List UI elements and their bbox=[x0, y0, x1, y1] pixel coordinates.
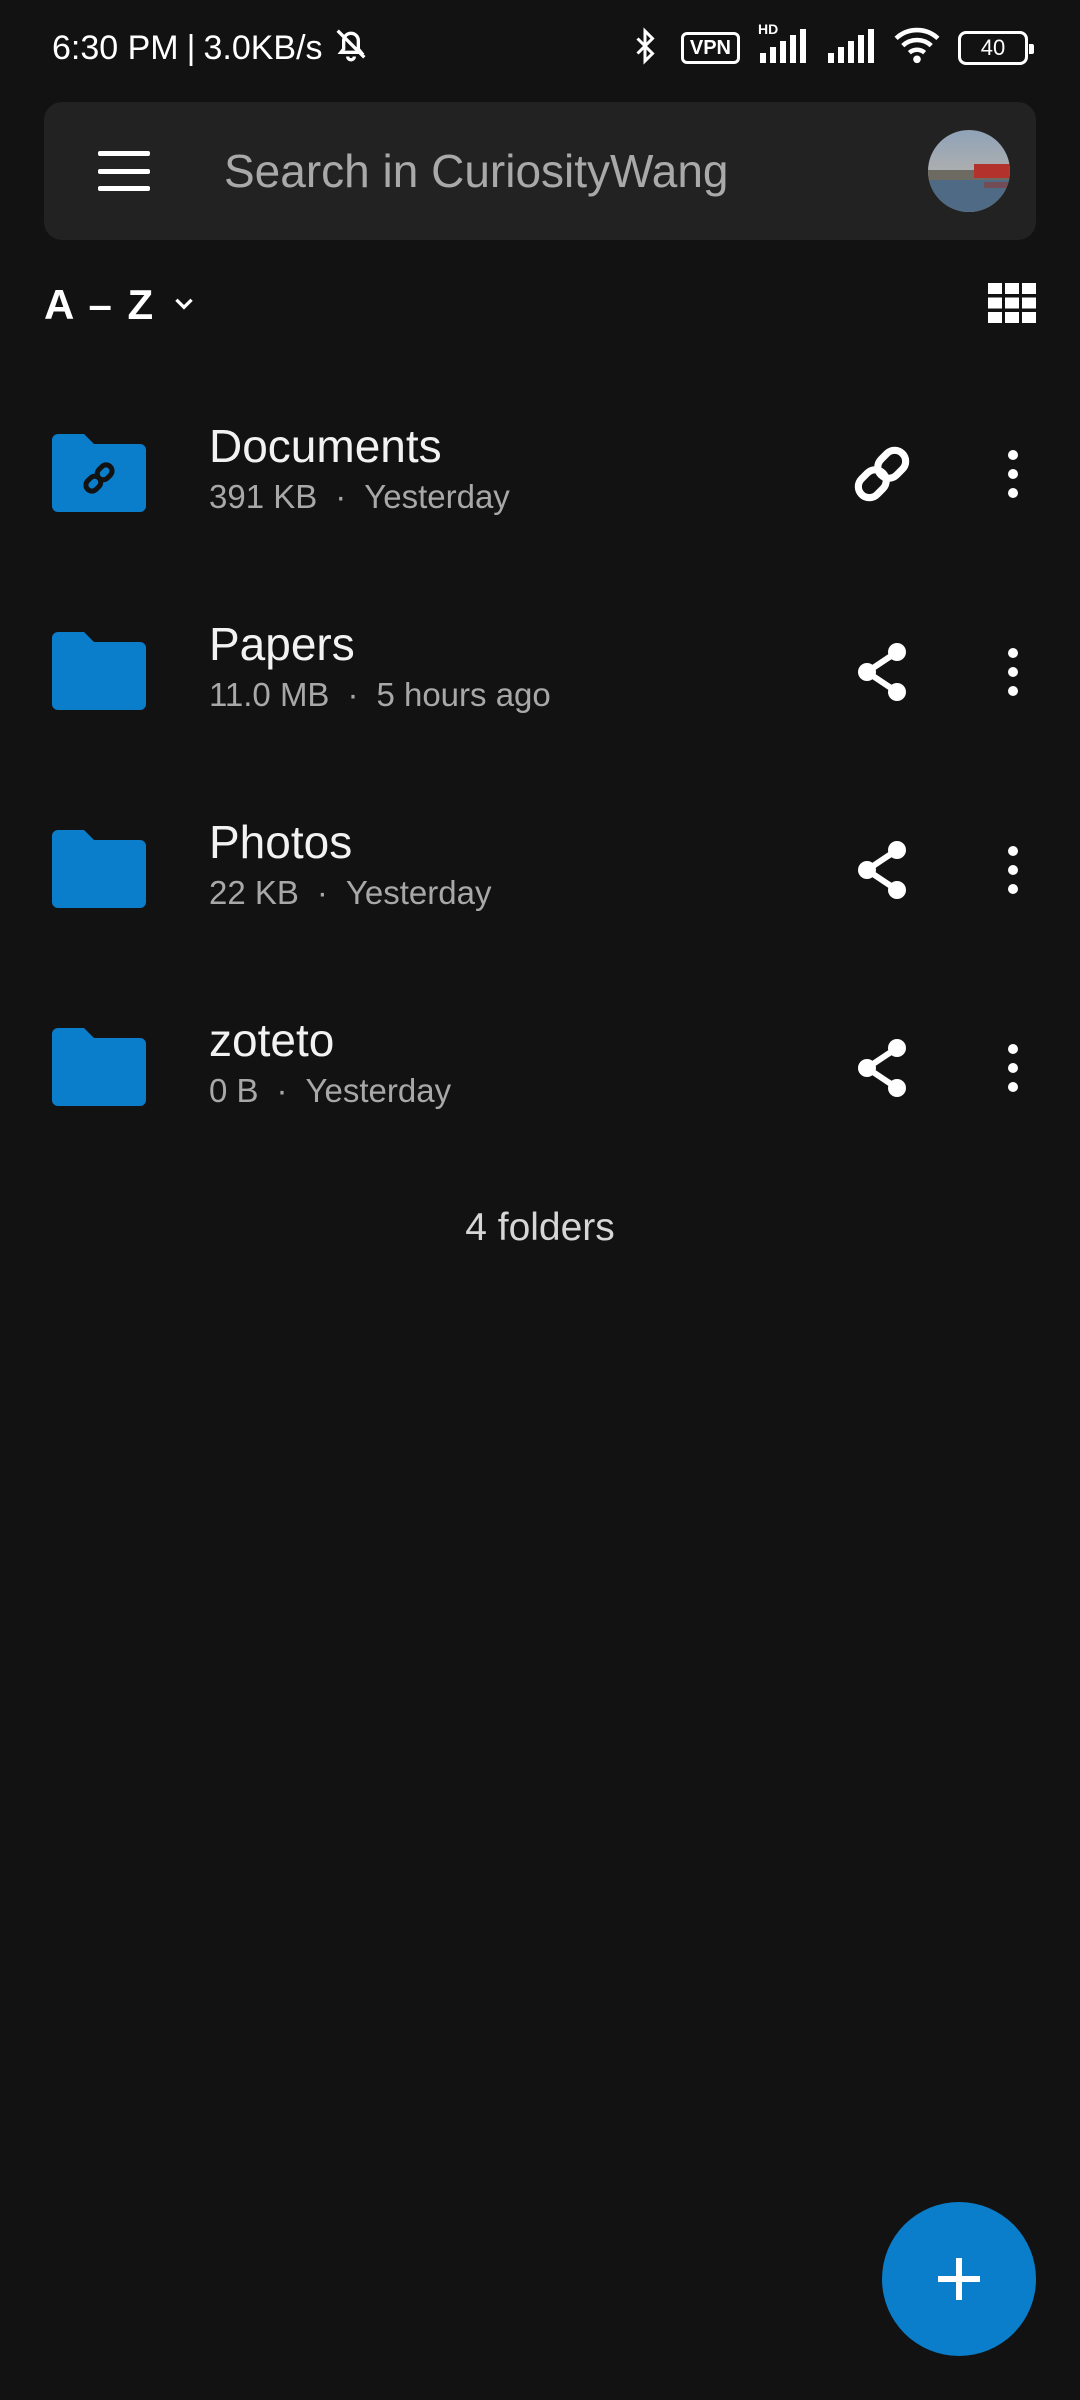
folder-size: 391 KB bbox=[209, 478, 318, 515]
folder-modified: Yesterday bbox=[345, 874, 492, 911]
list-item[interactable]: Photos 22 KB · Yesterday bbox=[0, 768, 1080, 966]
wifi-icon bbox=[894, 27, 940, 70]
folder-meta: 11.0 MB · 5 hours ago bbox=[209, 676, 551, 714]
folder-text: Documents 391 KB · Yesterday bbox=[209, 418, 510, 516]
hd-label: HD bbox=[758, 20, 779, 37]
share-icon[interactable] bbox=[846, 834, 918, 906]
sort-button[interactable]: A – Z bbox=[44, 281, 197, 329]
share-icon[interactable] bbox=[846, 1032, 918, 1104]
battery-indicator: 40 bbox=[958, 31, 1034, 65]
link-icon[interactable] bbox=[846, 438, 918, 510]
sort-label: A – Z bbox=[44, 281, 156, 328]
folder-modified: 5 hours ago bbox=[376, 676, 551, 713]
status-time: 6:30 PM bbox=[52, 28, 179, 67]
avatar[interactable] bbox=[928, 130, 1010, 212]
list-item[interactable]: Documents 391 KB · Yesterday bbox=[0, 372, 1080, 570]
folder-text: Photos 22 KB · Yesterday bbox=[209, 814, 491, 912]
add-button[interactable] bbox=[882, 2202, 1036, 2356]
grid-view-icon[interactable] bbox=[988, 282, 1036, 328]
status-bar: 6:30 PM | 3.0KB/s VPN HD 40 bbox=[0, 0, 1080, 96]
folder-icon bbox=[52, 1026, 146, 1106]
share-icon[interactable] bbox=[846, 636, 918, 708]
folder-icon bbox=[52, 828, 146, 908]
list-item[interactable]: zoteto 0 B · Yesterday bbox=[0, 966, 1080, 1164]
folder-list: Documents 391 KB · Yesterday Papers 11.0… bbox=[0, 372, 1080, 1164]
drive-screen: 6:30 PM | 3.0KB/s VPN HD 40 Search in Cu… bbox=[0, 0, 1080, 2400]
plus-icon bbox=[938, 2258, 980, 2300]
folder-modified: Yesterday bbox=[305, 1072, 452, 1109]
chevron-down-icon bbox=[171, 290, 197, 321]
more-options-icon[interactable] bbox=[990, 438, 1036, 510]
shared-folder-icon bbox=[52, 432, 146, 512]
meta-dot: · bbox=[276, 1072, 288, 1109]
folder-icon bbox=[52, 630, 146, 710]
search-bar[interactable]: Search in CuriosityWang bbox=[44, 102, 1036, 240]
more-options-icon[interactable] bbox=[990, 834, 1036, 906]
meta-dot: · bbox=[316, 874, 328, 911]
status-left: 6:30 PM | 3.0KB/s bbox=[52, 24, 371, 73]
folder-size: 22 KB bbox=[209, 874, 299, 911]
status-right: VPN HD 40 bbox=[627, 21, 1034, 71]
vpn-badge: VPN bbox=[680, 32, 740, 64]
folder-count: 4 folders bbox=[465, 1206, 615, 1249]
more-options-icon[interactable] bbox=[990, 636, 1036, 708]
folder-name: Papers bbox=[209, 618, 355, 670]
folder-size: 11.0 MB bbox=[209, 676, 330, 713]
folder-meta: 22 KB · Yesterday bbox=[209, 874, 491, 912]
status-separator: | bbox=[186, 28, 196, 67]
signal-icon bbox=[826, 27, 876, 70]
sort-row: A – Z bbox=[44, 270, 1036, 340]
folder-name: Photos bbox=[209, 816, 353, 868]
folder-name: zoteto bbox=[209, 1014, 335, 1066]
bluetooth-icon bbox=[627, 26, 663, 71]
menu-icon[interactable] bbox=[98, 151, 150, 191]
folder-size: 0 B bbox=[209, 1072, 259, 1109]
mute-bell-icon bbox=[331, 24, 371, 73]
folder-text: zoteto 0 B · Yesterday bbox=[209, 1012, 451, 1110]
folder-meta: 391 KB · Yesterday bbox=[209, 478, 510, 516]
folder-meta: 0 B · Yesterday bbox=[209, 1072, 451, 1110]
folder-text: Papers 11.0 MB · 5 hours ago bbox=[209, 616, 551, 714]
search-input[interactable]: Search in CuriosityWang bbox=[224, 144, 928, 198]
meta-dot: · bbox=[335, 478, 347, 515]
list-item[interactable]: Papers 11.0 MB · 5 hours ago bbox=[0, 570, 1080, 768]
meta-dot: · bbox=[347, 676, 359, 713]
folder-modified: Yesterday bbox=[364, 478, 510, 515]
signal-hd-icon: HD bbox=[758, 21, 808, 70]
more-options-icon[interactable] bbox=[990, 1032, 1036, 1104]
folder-name: Documents bbox=[209, 420, 442, 472]
network-speed: 3.0KB/s bbox=[203, 28, 323, 67]
